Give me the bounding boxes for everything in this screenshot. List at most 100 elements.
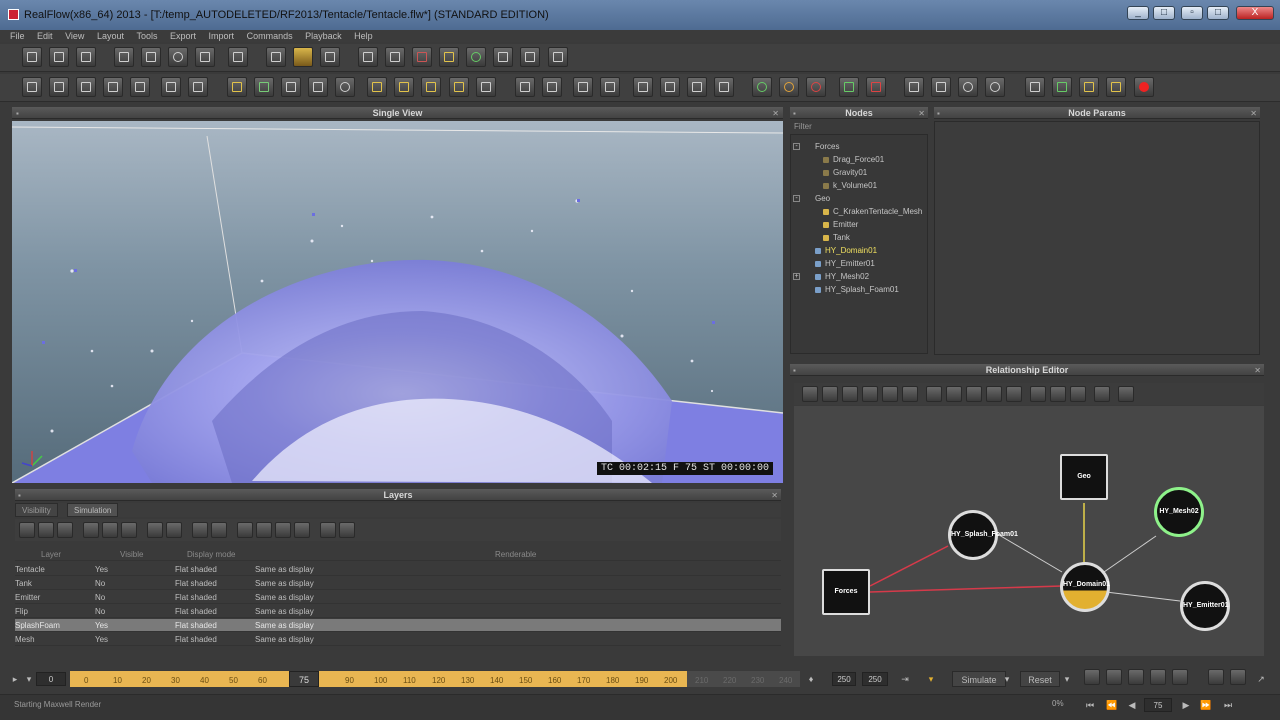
end-frame-field[interactable]: 250 xyxy=(832,672,856,686)
expand-toggle-icon[interactable]: - xyxy=(793,143,800,150)
params-pin-icon[interactable]: ▪ xyxy=(937,109,940,118)
rel-tool-7-icon[interactable] xyxy=(926,386,942,402)
rel-tool-1-icon[interactable] xyxy=(802,386,818,402)
layer-tool-5-icon[interactable] xyxy=(102,522,118,538)
relationship-graph[interactable]: Geo Forces HY_Splash_Foam01 HY_Domain01 … xyxy=(794,406,1264,656)
rel-tool-13-icon[interactable] xyxy=(1050,386,1066,402)
col-renderable[interactable]: Renderable xyxy=(495,548,536,561)
restore-button[interactable]: ▫ xyxy=(1181,6,1203,20)
layer-row[interactable]: Mesh Yes Flat shaded Same as display xyxy=(15,633,781,646)
sim-tool-1-icon[interactable] xyxy=(1084,669,1100,685)
rel-pin-icon[interactable]: ▪ xyxy=(793,366,796,375)
nodes-filter-input[interactable]: Filter xyxy=(790,121,928,133)
menu-commands[interactable]: Commands xyxy=(247,30,293,42)
sim-tool-5-icon[interactable] xyxy=(1172,669,1188,685)
layer-tool-8-icon[interactable] xyxy=(166,522,182,538)
col-visible[interactable]: Visible xyxy=(120,548,143,561)
rigid-body-icon[interactable] xyxy=(515,77,535,97)
menu-edit[interactable]: Edit xyxy=(37,30,53,42)
start-frame-field[interactable]: 0 xyxy=(36,672,66,686)
menu-view[interactable]: View xyxy=(65,30,84,42)
layer-tool-10-icon[interactable] xyxy=(211,522,227,538)
tree-item[interactable]: k_Volume01 xyxy=(823,180,877,192)
layer-tool-16-icon[interactable] xyxy=(339,522,355,538)
emitter-icon[interactable] xyxy=(22,77,42,97)
menu-help[interactable]: Help xyxy=(354,30,373,42)
rel-tool-14-icon[interactable] xyxy=(1070,386,1086,402)
wire-2-icon[interactable] xyxy=(600,77,620,97)
cloth-icon[interactable] xyxy=(687,77,707,97)
soft-body-2-icon[interactable] xyxy=(660,77,680,97)
open-scene-icon[interactable] xyxy=(49,47,69,67)
sim-tool-8-icon[interactable]: ↗ xyxy=(1254,671,1268,687)
nodes-tree[interactable]: - Forces Drag_Force01 Gravity01 k_Volume01 - G… xyxy=(790,134,928,354)
sim-tool-7-icon[interactable] xyxy=(1230,669,1246,685)
soft-body-icon[interactable] xyxy=(633,77,653,97)
reset-dropdown-icon[interactable]: ▾ xyxy=(1062,671,1072,687)
play-icon[interactable]: ▶ xyxy=(1178,697,1194,713)
dots-icon[interactable] xyxy=(308,77,328,97)
tree-item[interactable]: Drag_Force01 xyxy=(823,154,884,166)
tree-item[interactable]: - Forces xyxy=(793,141,839,153)
rel-close-icon[interactable]: ✕ xyxy=(1254,366,1261,375)
tree-item[interactable]: Emitter xyxy=(823,219,858,231)
col-layer[interactable]: Layer xyxy=(41,548,61,561)
frame-field[interactable]: 75 xyxy=(1144,698,1172,712)
select-icon[interactable] xyxy=(114,47,134,67)
rel-tool-5-icon[interactable] xyxy=(882,386,898,402)
timeline-track[interactable]: 0 10 20 30 40 50 60 90 100 110 120 130 140 150 160 170 1… xyxy=(70,671,687,687)
layer-tool-14-icon[interactable] xyxy=(294,522,310,538)
goto-start-icon[interactable]: ⏮ xyxy=(1082,697,1098,713)
rel-tool-8-icon[interactable] xyxy=(946,386,962,402)
max-frame-field[interactable]: 250 xyxy=(862,672,888,686)
gear-icon[interactable] xyxy=(985,77,1005,97)
delete-node-icon[interactable] xyxy=(866,77,886,97)
menu-file[interactable]: File xyxy=(10,30,25,42)
graph-icon[interactable] xyxy=(931,77,951,97)
maximize-button[interactable]: □ xyxy=(1153,6,1175,20)
tree-item[interactable]: HY_Emitter01 xyxy=(815,258,875,270)
cloth-2-icon[interactable] xyxy=(714,77,734,97)
layers-close-icon[interactable]: ✕ xyxy=(771,491,778,500)
layer-row[interactable]: Emitter No Flat shaded Same as display xyxy=(15,591,781,604)
step-back-icon[interactable]: ⏪ xyxy=(1104,697,1120,713)
domain-2-icon[interactable] xyxy=(394,77,414,97)
layer-tool-3-icon[interactable] xyxy=(57,522,73,538)
params-close-icon[interactable]: ✕ xyxy=(1250,109,1257,118)
mesh-box-icon[interactable] xyxy=(188,77,208,97)
layer-tool-1-icon[interactable] xyxy=(19,522,35,538)
axis-icon[interactable] xyxy=(412,47,432,67)
layer-row[interactable]: Tentacle Yes Flat shaded Same as display xyxy=(15,563,781,576)
goto-end-icon[interactable]: ⏭ xyxy=(1220,697,1236,713)
layer-tool-6-icon[interactable] xyxy=(121,522,137,538)
bar-icon[interactable] xyxy=(281,77,301,97)
node-emitter[interactable]: HY_Emitter01 xyxy=(1180,581,1230,631)
toggle-button[interactable]: □ xyxy=(1207,6,1229,20)
rel-tool-11-icon[interactable] xyxy=(1006,386,1022,402)
sim-tool-2-icon[interactable] xyxy=(1106,669,1122,685)
range-icon[interactable]: ⇥ xyxy=(898,671,912,687)
sim-icon[interactable] xyxy=(1052,77,1072,97)
wire-icon[interactable] xyxy=(573,77,593,97)
tree-item[interactable]: HY_Domain01 xyxy=(815,245,877,257)
link-icon[interactable] xyxy=(228,47,248,67)
save-scene-icon[interactable] xyxy=(76,47,96,67)
cube-icon[interactable] xyxy=(439,47,459,67)
layer-row[interactable]: SplashFoam Yes Flat shaded Same as display xyxy=(15,619,781,632)
rel-tool-16-icon[interactable] xyxy=(1118,386,1134,402)
simulate-dropdown-icon[interactable]: ▾ xyxy=(1002,671,1012,687)
expand-toggle-icon[interactable]: - xyxy=(793,195,800,202)
render-settings-icon[interactable] xyxy=(266,47,286,67)
sun-icon[interactable] xyxy=(1079,77,1099,97)
tab-simulation[interactable]: Simulation xyxy=(67,503,119,517)
layer-tool-9-icon[interactable] xyxy=(192,522,208,538)
nodes-close-icon[interactable]: ✕ xyxy=(918,109,925,118)
move-icon[interactable] xyxy=(141,47,161,67)
layer-row[interactable]: Flip No Flat shaded Same as display xyxy=(15,605,781,618)
export-node-icon[interactable] xyxy=(839,77,859,97)
fire-icon[interactable] xyxy=(293,47,313,67)
node-geo[interactable]: Geo xyxy=(1060,454,1108,500)
menu-import[interactable]: Import xyxy=(209,30,235,42)
layer-tool-2-icon[interactable] xyxy=(38,522,54,538)
tree-item[interactable]: + HY_Mesh02 xyxy=(793,271,869,283)
